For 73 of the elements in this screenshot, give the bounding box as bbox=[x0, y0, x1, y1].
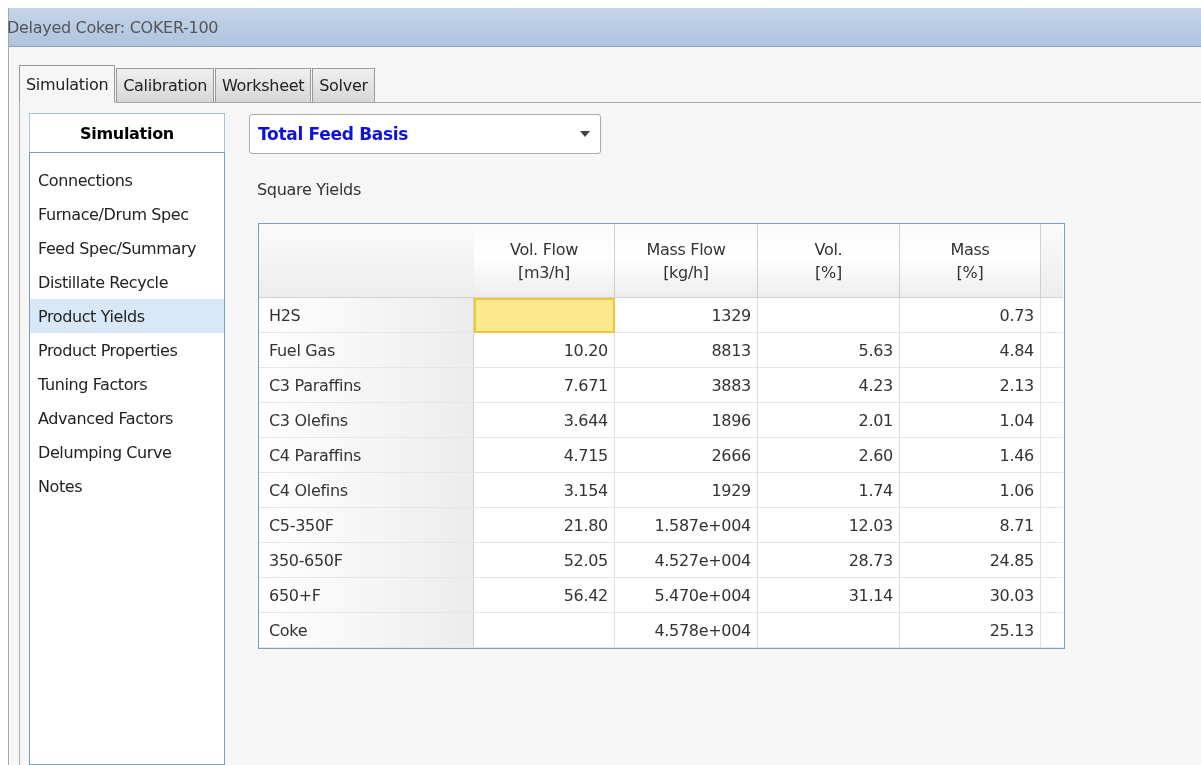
table-cell[interactable]: 7.671 bbox=[474, 368, 615, 403]
column-header: Mass Flow [kg/h] bbox=[615, 224, 758, 298]
table-cell[interactable] bbox=[474, 613, 615, 648]
table-cell[interactable]: 5.470e+004 bbox=[615, 578, 758, 613]
table-cell[interactable]: 0.73 bbox=[900, 298, 1041, 333]
row-header: Fuel Gas bbox=[259, 333, 474, 368]
tab[interactable]: Solver bbox=[312, 68, 375, 102]
sidebar-item[interactable]: Furnace/Drum Spec bbox=[30, 197, 224, 231]
table-cell[interactable]: 4.715 bbox=[474, 438, 615, 473]
row-header: C4 Olefins bbox=[259, 473, 474, 508]
sidebar-title: Simulation bbox=[29, 113, 225, 152]
table-cell[interactable]: 4.84 bbox=[900, 333, 1041, 368]
section-label: Square Yields bbox=[257, 180, 362, 199]
sidebar-item[interactable]: Feed Spec/Summary bbox=[30, 231, 224, 265]
column-header: Vol. Flow [m3/h] bbox=[474, 224, 615, 298]
table-cell[interactable]: 2.13 bbox=[900, 368, 1041, 403]
sidebar-item[interactable]: Distillate Recycle bbox=[30, 265, 224, 299]
table-cell[interactable]: 1.74 bbox=[758, 473, 900, 508]
table-cell[interactable]: 1.06 bbox=[900, 473, 1041, 508]
table-cell[interactable]: 30.03 bbox=[900, 578, 1041, 613]
sidebar-item[interactable]: Tuning Factors bbox=[30, 367, 224, 401]
table-cell[interactable]: 8813 bbox=[615, 333, 758, 368]
row-header: 350-650F bbox=[259, 543, 474, 578]
table-cell[interactable]: 28.73 bbox=[758, 543, 900, 578]
table-cell[interactable]: 1.46 bbox=[900, 438, 1041, 473]
tab[interactable]: Calibration bbox=[116, 68, 214, 102]
table-cell[interactable]: 52.05 bbox=[474, 543, 615, 578]
row-header: C5-350F bbox=[259, 508, 474, 543]
table-cell[interactable]: 2.01 bbox=[758, 403, 900, 438]
table-cell[interactable]: 4.527e+004 bbox=[615, 543, 758, 578]
table-cell[interactable]: 56.42 bbox=[474, 578, 615, 613]
row-header: C3 Olefins bbox=[259, 403, 474, 438]
tab[interactable]: Simulation bbox=[19, 65, 116, 103]
window-title: Delayed Coker: COKER-100 bbox=[7, 17, 219, 37]
table-cell[interactable]: 3.644 bbox=[474, 403, 615, 438]
table-cell[interactable]: 1329 bbox=[615, 298, 758, 333]
sidebar-item[interactable]: Product Properties bbox=[30, 333, 224, 367]
table-cell[interactable]: 3.154 bbox=[474, 473, 615, 508]
sidebar-item[interactable]: Advanced Factors bbox=[30, 401, 224, 435]
row-header: 650+F bbox=[259, 578, 474, 613]
table-cell[interactable]: 12.03 bbox=[758, 508, 900, 543]
table-cell[interactable]: 1929 bbox=[615, 473, 758, 508]
table-cell[interactable]: 24.85 bbox=[900, 543, 1041, 578]
table-cell[interactable]: 5.63 bbox=[758, 333, 900, 368]
table-cell[interactable]: 3883 bbox=[615, 368, 758, 403]
table-cell[interactable] bbox=[758, 298, 900, 333]
column-header: Mass [%] bbox=[900, 224, 1041, 298]
row-header: C4 Paraffins bbox=[259, 438, 474, 473]
basis-dropdown[interactable]: Total Feed Basis bbox=[249, 114, 601, 154]
table-cell[interactable]: 1.587e+004 bbox=[615, 508, 758, 543]
tab[interactable]: Worksheet bbox=[215, 68, 312, 102]
table-cell[interactable]: 10.20 bbox=[474, 333, 615, 368]
row-header: C3 Paraffins bbox=[259, 368, 474, 403]
column-header: Vol. [%] bbox=[758, 224, 900, 298]
table-cell[interactable]: 4.23 bbox=[758, 368, 900, 403]
row-header: H2S bbox=[259, 298, 474, 333]
table-cell[interactable]: 8.71 bbox=[900, 508, 1041, 543]
table-cell[interactable]: 1.04 bbox=[900, 403, 1041, 438]
sidebar-item[interactable]: Product Yields bbox=[30, 299, 224, 333]
sidebar-item[interactable]: Delumping Curve bbox=[30, 435, 224, 469]
caret-icon bbox=[580, 131, 590, 137]
table-cell[interactable] bbox=[758, 613, 900, 648]
table-cell[interactable]: 25.13 bbox=[900, 613, 1041, 648]
sidebar-item[interactable]: Connections bbox=[30, 163, 224, 197]
table-cell[interactable]: 31.14 bbox=[758, 578, 900, 613]
table-cell[interactable]: 2.60 bbox=[758, 438, 900, 473]
sidebar-item[interactable]: Notes bbox=[30, 469, 224, 503]
table-cell[interactable] bbox=[474, 298, 615, 333]
table-cell[interactable]: 2666 bbox=[615, 438, 758, 473]
table-cell[interactable]: 4.578e+004 bbox=[615, 613, 758, 648]
table-cell[interactable]: 21.80 bbox=[474, 508, 615, 543]
table-cell[interactable]: 1896 bbox=[615, 403, 758, 438]
row-header: Coke bbox=[259, 613, 474, 648]
